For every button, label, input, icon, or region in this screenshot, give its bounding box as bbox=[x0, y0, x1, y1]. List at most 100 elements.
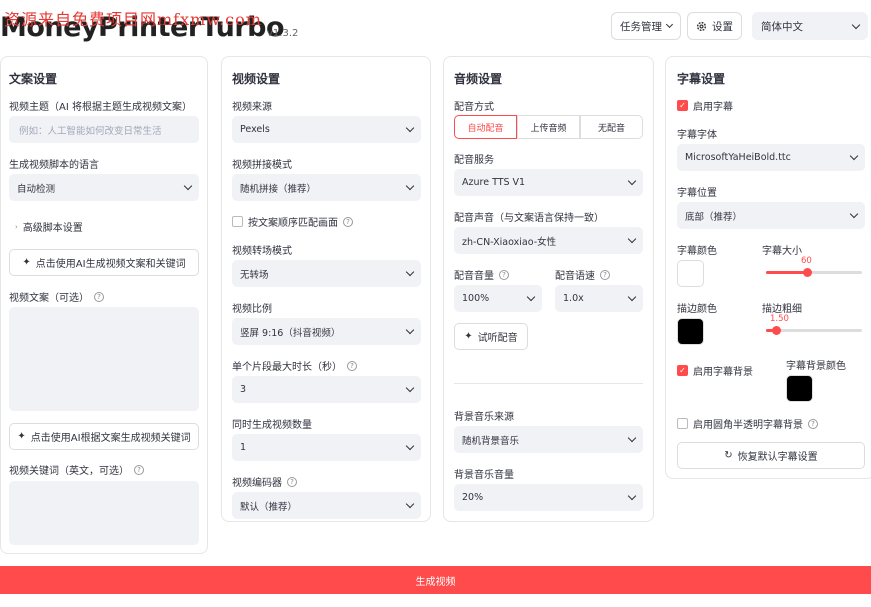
slider-thumb[interactable] bbox=[772, 326, 781, 335]
keywords-textarea[interactable] bbox=[9, 481, 199, 545]
size-label: 字幕大小 bbox=[762, 246, 802, 257]
chevron-down-icon bbox=[526, 292, 536, 302]
panel-title: 字幕设置 bbox=[677, 72, 726, 86]
transition-select[interactable]: 无转场 bbox=[232, 260, 421, 287]
stroke-color-picker[interactable] bbox=[677, 318, 704, 345]
sparkle-icon: ✦ bbox=[17, 431, 26, 442]
slider-fill bbox=[766, 271, 807, 274]
check-icon[interactable]: ✓ bbox=[677, 100, 688, 111]
enable-bg-checkbox[interactable]: ✓ 启用字幕背景 bbox=[677, 363, 753, 378]
advanced-settings-expander[interactable]: › 高级脚本设置 bbox=[15, 219, 83, 235]
stroke-width-value: 1.50 bbox=[770, 314, 789, 324]
task-management-label: 任务管理 bbox=[620, 20, 662, 33]
select-value: 20% bbox=[462, 492, 484, 503]
settings-button[interactable]: 设置 bbox=[687, 12, 742, 40]
clip-duration-select[interactable]: 3 bbox=[232, 376, 421, 403]
subtitle-position-select[interactable]: 底部（推荐） bbox=[677, 202, 865, 229]
help-icon[interactable]: ? bbox=[343, 216, 353, 227]
bg-color-picker[interactable] bbox=[786, 375, 813, 402]
mode-upload-audio[interactable]: 上传音频 bbox=[517, 115, 580, 139]
chevron-down-icon bbox=[627, 176, 637, 186]
chevron-down-icon bbox=[627, 491, 637, 501]
aspect-ratio-select[interactable]: 竖屏 9:16（抖音视频） bbox=[232, 318, 421, 345]
stroke-width-slider[interactable] bbox=[766, 326, 862, 335]
match-order-checkbox[interactable]: 按文案顺序匹配画面? bbox=[232, 214, 353, 229]
keywords-label: 视频关键词（英文，可选）? bbox=[9, 462, 144, 477]
help-icon[interactable]: ? bbox=[347, 360, 357, 371]
panel-title: 视频设置 bbox=[232, 72, 281, 86]
chevron-down-icon bbox=[849, 209, 859, 219]
select-value: 1.0x bbox=[563, 293, 584, 304]
language-select[interactable]: 简体中文 bbox=[752, 12, 868, 40]
chevron-down-icon bbox=[183, 181, 193, 191]
help-icon[interactable]: ? bbox=[600, 269, 610, 280]
voice-select[interactable]: zh-CN-Xiaoxiao-女性 bbox=[454, 227, 643, 254]
position-label: 字幕位置 bbox=[677, 188, 717, 199]
select-value: zh-CN-Xiaoxiao-女性 bbox=[462, 236, 557, 248]
script-settings-panel: 文案设置 视频主题（AI 将根据主题生成视频文案） 例如：人工智能如何改变日常生… bbox=[0, 56, 208, 554]
help-icon[interactable]: ? bbox=[499, 269, 509, 280]
settings-label: 设置 bbox=[712, 20, 733, 33]
select-value: 随机背景音乐 bbox=[462, 435, 520, 447]
mode-no-dub[interactable]: 无配音 bbox=[580, 115, 643, 139]
mode-auto-dub[interactable]: 自动配音 bbox=[454, 115, 517, 139]
subtitle-color-picker[interactable] bbox=[677, 260, 704, 287]
generate-keywords-button[interactable]: ✦ 点击使用AI根据文案生成视频关键词 bbox=[9, 423, 199, 450]
generate-script-button[interactable]: ✦ 点击使用AI生成视频文案和关键词 bbox=[9, 249, 199, 276]
bgm-volume-select[interactable]: 20% bbox=[454, 484, 643, 511]
tts-service-select[interactable]: Azure TTS V1 bbox=[454, 169, 643, 196]
voice-volume-select[interactable]: 100% bbox=[454, 285, 542, 312]
voice-speed-select[interactable]: 1.0x bbox=[555, 285, 643, 312]
stroke-width-label: 描边粗细 bbox=[762, 304, 802, 315]
generate-video-button[interactable]: 生成视频 bbox=[0, 566, 871, 594]
rounded-bg-checkbox[interactable]: 启用圆角半透明字幕背景? bbox=[677, 416, 818, 431]
label-text: 单个片段最大时长（秒） bbox=[232, 362, 342, 373]
mode-label: 配音方式 bbox=[454, 102, 494, 113]
check-icon[interactable]: ✓ bbox=[677, 365, 688, 376]
select-value: 默认（推荐） bbox=[240, 501, 298, 513]
chevron-down-icon bbox=[627, 433, 637, 443]
script-language-select[interactable]: 自动检测 bbox=[9, 174, 199, 201]
codec-select[interactable]: 默认（推荐） bbox=[232, 492, 421, 519]
language-value: 简体中文 bbox=[761, 20, 803, 33]
task-management-button[interactable]: 任务管理 bbox=[611, 12, 681, 40]
service-label: 配音服务 bbox=[454, 155, 494, 166]
concat-label: 视频拼接模式 bbox=[232, 160, 292, 171]
subject-placeholder: 例如：人工智能如何改变日常生活 bbox=[19, 125, 162, 137]
checkbox-box[interactable] bbox=[677, 418, 688, 429]
enable-subtitle-checkbox[interactable]: ✓ 启用字幕 bbox=[677, 98, 733, 113]
subject-input[interactable]: 例如：人工智能如何改变日常生活 bbox=[9, 116, 199, 143]
reset-subtitle-button[interactable]: ↻ 恢复默认字幕设置 bbox=[677, 442, 865, 469]
video-settings-panel: 视频设置 视频来源 Pexels 视频拼接模式 随机拼接（推荐） 按文案顺序匹配… bbox=[221, 56, 431, 522]
subtitle-font-select[interactable]: MicrosoftYaHeiBold.ttc bbox=[677, 144, 865, 171]
bgm-source-select[interactable]: 随机背景音乐 bbox=[454, 426, 643, 453]
help-icon[interactable]: ? bbox=[94, 291, 104, 302]
button-label: 点击使用AI根据文案生成视频关键词 bbox=[30, 433, 191, 444]
chevron-down-icon bbox=[627, 234, 637, 244]
script-textarea[interactable] bbox=[9, 307, 199, 411]
gear-icon bbox=[696, 21, 707, 31]
size-value: 60 bbox=[801, 256, 812, 266]
app-page: 资源来自免费项目网mfxmw.com MoneyPrinterTurbo v1.… bbox=[0, 0, 871, 607]
video-count-select[interactable]: 1 bbox=[232, 434, 421, 461]
app-version: v1.3.2 bbox=[267, 28, 299, 39]
help-icon[interactable]: ? bbox=[287, 476, 297, 487]
panel-title: 文案设置 bbox=[9, 72, 58, 86]
subtitle-size-slider[interactable] bbox=[766, 268, 862, 277]
refresh-icon: ↻ bbox=[724, 450, 733, 461]
concat-mode-select[interactable]: 随机拼接（推荐） bbox=[232, 174, 421, 201]
subject-label: 视频主题（AI 将根据主题生成视频文案） bbox=[9, 102, 192, 113]
volume-label: 配音音量? bbox=[454, 267, 509, 282]
help-icon[interactable]: ? bbox=[134, 464, 144, 475]
test-voice-button[interactable]: ✦ 试听配音 bbox=[454, 323, 528, 350]
video-source-select[interactable]: Pexels bbox=[232, 116, 421, 143]
count-label: 同时生成视频数量 bbox=[232, 420, 312, 431]
select-value: 100% bbox=[462, 293, 490, 304]
help-icon[interactable]: ? bbox=[808, 418, 818, 429]
checkbox-box[interactable] bbox=[232, 216, 243, 227]
slider-thumb[interactable] bbox=[803, 268, 812, 277]
chevron-down-icon bbox=[627, 292, 637, 302]
stroke-color-label: 描边颜色 bbox=[677, 304, 717, 315]
bgm-volume-label: 背景音乐音量 bbox=[454, 470, 514, 481]
font-label: 字幕字体 bbox=[677, 130, 717, 141]
